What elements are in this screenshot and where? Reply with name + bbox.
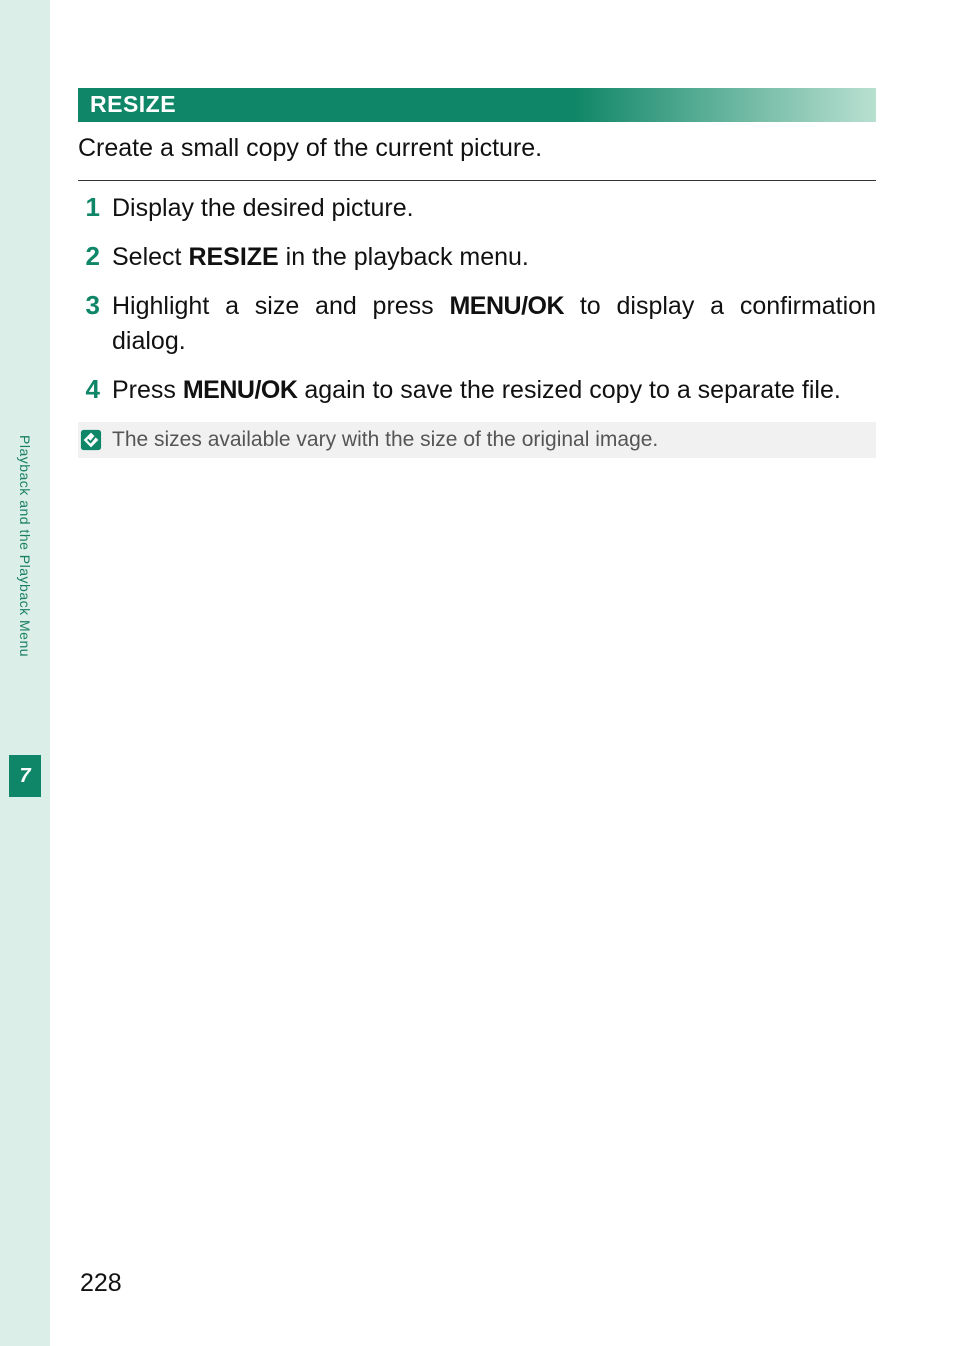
step-item: 1Display the desired picture. <box>78 191 876 226</box>
step-number: 1 <box>78 192 112 223</box>
step-number: 2 <box>78 241 112 272</box>
page-number: 228 <box>80 1269 122 1298</box>
section-intro: Create a small copy of the current pictu… <box>78 132 876 166</box>
step-item: 4Press MENU/OK again to save the resized… <box>78 373 876 408</box>
step-text: Display the desired picture. <box>112 191 876 226</box>
side-chapter-badge: 7 <box>9 755 41 797</box>
step-number: 4 <box>78 374 112 405</box>
note-icon <box>80 429 102 451</box>
note-text: The sizes available vary with the size o… <box>112 428 658 452</box>
side-rail: Playback and the Playback Menu 7 <box>0 0 50 1346</box>
divider <box>78 180 876 181</box>
step-text: Press MENU/OK again to save the resized … <box>112 373 876 408</box>
step-number: 3 <box>78 290 112 321</box>
step-text: Highlight a size and press MENU/OK to di… <box>112 289 876 359</box>
step-item: 2Select RESIZE in the playback menu. <box>78 240 876 275</box>
page-content: RESIZE Create a small copy of the curren… <box>50 0 954 1346</box>
step-text: Select RESIZE in the playback menu. <box>112 240 876 275</box>
step-item: 3Highlight a size and press MENU/OK to d… <box>78 289 876 359</box>
steps-list: 1Display the desired picture.2Select RES… <box>78 191 876 408</box>
side-section-label: Playback and the Playback Menu <box>17 435 33 657</box>
section-title: RESIZE <box>78 88 876 122</box>
note-box: The sizes available vary with the size o… <box>78 422 876 458</box>
